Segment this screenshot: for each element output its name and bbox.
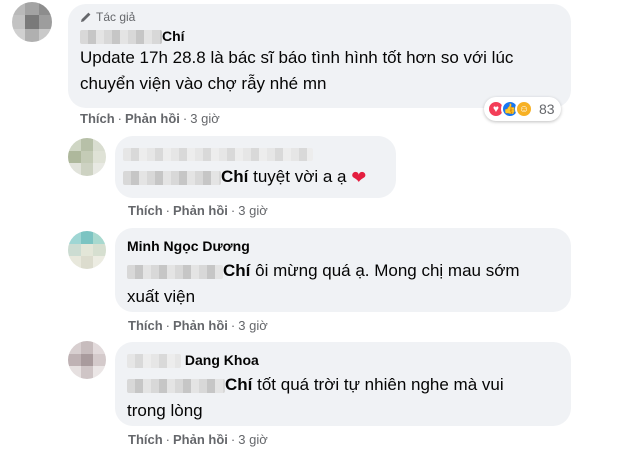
comment-text-line: chuyển viện vào chợ rẫy nhé mn [80, 74, 327, 93]
mention-link[interactable]: Chí [225, 375, 252, 394]
comment-actions: Thích · Phản hồi · 3 giờ [128, 203, 268, 218]
like-button[interactable]: Thích [128, 318, 163, 333]
reaction-summary[interactable]: ♥ 👍 ☺ 83 [484, 97, 561, 121]
reaction-count: 83 [539, 101, 555, 117]
care-reaction-icon: ☺ [515, 100, 533, 118]
timestamp[interactable]: 3 giờ [238, 203, 268, 218]
reply-button[interactable]: Phản hồi [173, 203, 228, 218]
timestamp[interactable]: 3 giờ [238, 432, 268, 447]
comment-bubble: Dang Khoa Chí tốt quá trời tự nhiên nghe… [115, 342, 571, 426]
comment-text-body: tuyệt vời a ạ [248, 167, 347, 186]
mention-link[interactable]: Chí [221, 167, 248, 186]
author-name[interactable]: Chí [80, 27, 559, 45]
comment-text-body: tốt quá trời tự nhiên nghe mà vui [252, 375, 504, 394]
avatar[interactable] [12, 2, 52, 42]
timestamp[interactable]: 3 giờ [190, 111, 220, 126]
author-badge-label: Tác giả [96, 10, 136, 24]
avatar[interactable] [68, 231, 106, 269]
reply-button[interactable]: Phản hồi [173, 318, 228, 333]
comment-bubble: Minh Ngọc Dương Chí ôi mừng quá ạ. Mong … [115, 228, 571, 312]
author-badge: Tác giả [80, 10, 559, 24]
timestamp[interactable]: 3 giờ [238, 318, 268, 333]
comment-text-line: xuất viện [127, 287, 196, 306]
comment-actions: Thích · Phản hồi · 3 giờ [128, 318, 268, 333]
like-button[interactable]: Thích [128, 203, 163, 218]
mention-redacted [123, 170, 221, 185]
mention-redacted [127, 378, 225, 393]
comment-bubble: Chí tuyệt vời a ạ ❤ [115, 136, 396, 198]
comment-text: Chí ôi mừng quá ạ. Mong chị mau sớm xuất… [127, 258, 559, 310]
reply-button[interactable]: Phản hồi [125, 111, 180, 126]
author-name[interactable] [123, 144, 388, 162]
author-name-suffix: Chí [162, 28, 185, 44]
mention-redacted [127, 264, 223, 279]
like-button[interactable]: Thích [80, 111, 115, 126]
comment-text-line: trong lòng [127, 401, 203, 420]
comment-bubble: Tác giả Chí Update 17h 28.8 là bác sĩ bá… [68, 4, 571, 108]
pencil-icon [81, 12, 91, 22]
mention-link[interactable]: Chí [223, 261, 250, 280]
comment-text: Chí tốt quá trời tự nhiên nghe mà vui tr… [127, 372, 559, 424]
author-name[interactable]: Dang Khoa [127, 351, 559, 369]
comment-text-body: ôi mừng quá ạ. Mong chị mau sớm [250, 261, 520, 280]
comment-actions: Thích · Phản hồi · 3 giờ [128, 432, 268, 447]
author-name[interactable]: Minh Ngọc Dương [127, 237, 559, 255]
author-name-text: Dang Khoa [184, 352, 259, 368]
comment-actions: Thích · Phản hồi · 3 giờ [80, 111, 220, 126]
comment-text: Update 17h 28.8 là bác sĩ báo tình hình … [80, 45, 559, 97]
comment-text-line: Update 17h 28.8 là bác sĩ báo tình hình … [80, 48, 514, 67]
avatar[interactable] [68, 138, 106, 176]
comment-text: Chí tuyệt vời a ạ ❤ [123, 164, 388, 191]
like-button[interactable]: Thích [128, 432, 163, 447]
heart-emoji: ❤ [351, 167, 367, 188]
avatar[interactable] [68, 341, 106, 379]
reply-button[interactable]: Phản hồi [173, 432, 228, 447]
